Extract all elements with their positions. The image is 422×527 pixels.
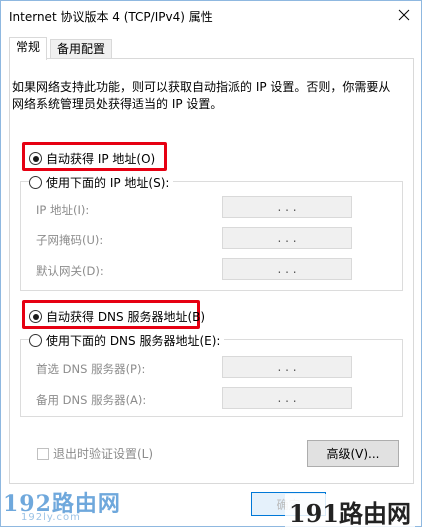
default-gateway-label: 默认网关(D):: [36, 264, 104, 278]
default-gateway-input[interactable]: . . .: [222, 258, 352, 280]
ip-address-label: IP 地址(I):: [36, 203, 90, 217]
preferred-dns-label: 首选 DNS 服务器(P):: [36, 362, 146, 376]
validate-checkbox[interactable]: [37, 447, 49, 460]
watermark-left-url: 192ly.com: [21, 512, 81, 523]
ip-manual-radio[interactable]: 使用下面的 IP 地址(S):: [29, 174, 174, 191]
alternate-dns-input[interactable]: . . .: [222, 387, 352, 409]
tab-alternate-config[interactable]: 备用配置: [50, 39, 113, 59]
tab-panel-general: 如果网络支持此功能，则可以获取自动指派的 IP 设置。否则，你需要从网络系统管理…: [9, 58, 414, 484]
validate-on-exit[interactable]: 退出时验证设置(L): [37, 445, 153, 462]
subnet-mask-label: 子网掩码(U):: [36, 233, 104, 247]
watermark-left: 192路由网 192ly.com: [3, 486, 121, 523]
title-bar[interactable]: Internet 协议版本 4 (TCP/IPv4) 属性: [1, 1, 421, 31]
validate-label: 退出时验证设置(L): [53, 447, 154, 461]
ip-address-input[interactable]: . . .: [222, 196, 352, 218]
subnet-mask-input[interactable]: . . .: [222, 227, 352, 249]
radio-button[interactable]: [29, 334, 42, 347]
radio-button[interactable]: [29, 310, 42, 323]
close-icon: [398, 9, 410, 21]
ip-auto-radio[interactable]: 自动获得 IP 地址(O): [29, 150, 155, 167]
dialog-window: Internet 协议版本 4 (TCP/IPv4) 属性 常规 备用配置 如果…: [0, 0, 422, 527]
close-button[interactable]: [391, 4, 417, 26]
dns-auto-radio[interactable]: 自动获得 DNS 服务器地址(B): [29, 308, 205, 325]
radio-button[interactable]: [29, 176, 42, 189]
alternate-dns-label: 备用 DNS 服务器(A):: [36, 393, 147, 407]
watermark-right: 191路由网: [284, 494, 415, 527]
advanced-button[interactable]: 高级(V)...: [307, 440, 399, 467]
description-text: 如果网络支持此功能，则可以获取自动指派的 IP 设置。否则，你需要从网络系统管理…: [12, 80, 391, 111]
preferred-dns-input[interactable]: . . .: [222, 356, 352, 378]
dns-manual-label: 使用下面的 DNS 服务器地址(E):: [46, 334, 221, 348]
ip-manual-label: 使用下面的 IP 地址(S):: [46, 176, 170, 190]
tab-general[interactable]: 常规: [9, 37, 48, 60]
window-title: Internet 协议版本 4 (TCP/IPv4) 属性: [9, 10, 213, 24]
ip-auto-label: 自动获得 IP 地址(O): [46, 152, 156, 166]
dns-auto-label: 自动获得 DNS 服务器地址(B): [46, 310, 206, 324]
dns-manual-radio[interactable]: 使用下面的 DNS 服务器地址(E):: [29, 332, 225, 349]
radio-button[interactable]: [29, 152, 42, 165]
